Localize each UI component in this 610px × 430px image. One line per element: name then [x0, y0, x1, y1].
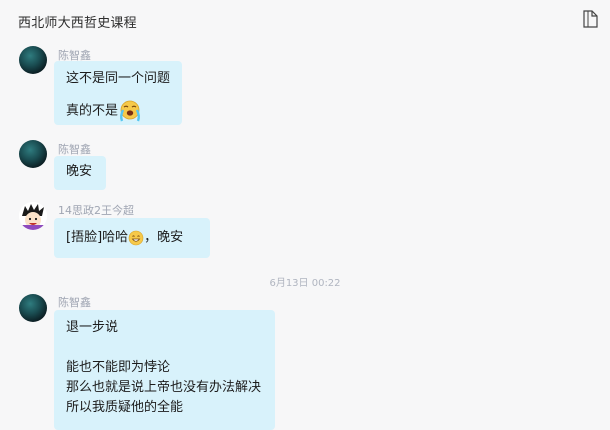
anime-face-icon	[19, 202, 47, 230]
message-line: 能也不能即为悖论	[66, 360, 171, 375]
sender-name: 陈智鑫	[58, 296, 91, 309]
message-line: ，晚安	[144, 230, 184, 245]
sender-name: 14思政2王今超	[58, 204, 134, 217]
message-line: 这不是同一个问题	[66, 71, 171, 86]
message-bubble: 这不是同一个问题 真的不是	[54, 61, 182, 125]
anime-avatar[interactable]	[19, 202, 47, 230]
message-bubble: 退一步说 能也不能即为悖论 那么也就是说上帝也没有办法解决 所以我质疑他的全能	[54, 310, 275, 430]
sender-name: 陈智鑫	[58, 143, 91, 156]
chat-title: 西北师大西哲史课程	[18, 16, 137, 31]
message-line: 退一步说	[66, 320, 119, 335]
message-line: 那么也就是说上帝也没有办法解决	[66, 380, 262, 395]
teal-orb-avatar[interactable]	[19, 46, 47, 74]
grin-emoji	[128, 230, 144, 245]
timestamp-divider: 6月13日 00:22	[269, 278, 341, 289]
message-bubble: [捂脸]哈哈 ，晚安	[54, 218, 210, 258]
message-line: 晚安	[66, 164, 93, 179]
message-bubble: 晚安	[54, 156, 106, 190]
message-list[interactable]: 陈智鑫 这不是同一个问题 真的不是 陈智鑫 晚安 14思政2王今超 [捂脸]哈哈…	[0, 40, 610, 430]
message-line: 所以我质疑他的全能	[66, 400, 184, 415]
teal-orb-avatar[interactable]	[19, 294, 47, 322]
teal-orb-avatar[interactable]	[19, 140, 47, 168]
chat-header: 西北师大西哲史课程	[0, 0, 610, 40]
message-line: 真的不是	[66, 103, 119, 119]
message-line: [捂脸]哈哈	[66, 230, 129, 245]
document-icon[interactable]	[583, 10, 598, 28]
crying-emoji	[120, 100, 141, 122]
